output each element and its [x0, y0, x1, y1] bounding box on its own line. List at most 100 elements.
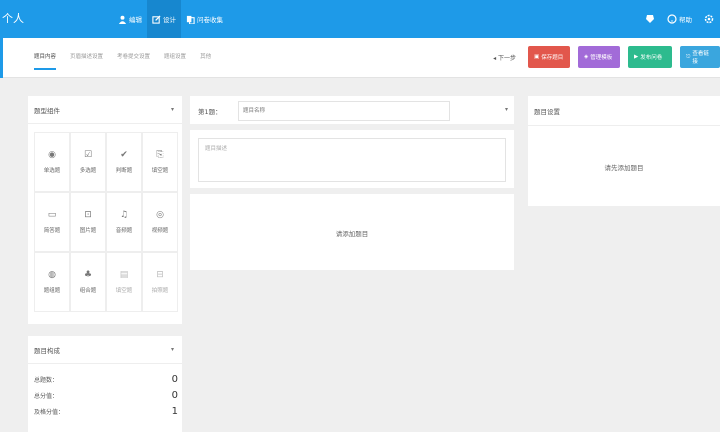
text-box-icon: ▭ [47, 210, 57, 220]
qtype-judge[interactable]: ✔ 判断题 [106, 132, 142, 192]
help-label: 帮助 [679, 16, 692, 24]
settings-panel: 题目设置 请先添加题目 [528, 96, 720, 206]
stat-value: 0 [171, 390, 178, 401]
sub-toolbar: 题目内容 页眉描述设置 考卷提交设置 题组设置 其他 ◂ 下一步 ▣ 保存题目 ◈… [0, 38, 720, 78]
stat-row: 总题数： 0 [34, 374, 178, 387]
qtype-label: 多选题 [79, 168, 97, 174]
stat-label: 及格分值： [34, 409, 65, 416]
top-nav: 编辑 设计 问卷收集 [113, 0, 228, 38]
checkbox-icon: ☑ [83, 150, 93, 160]
settings-icon[interactable] [704, 14, 714, 24]
qtype-label: 题组题 [43, 288, 61, 294]
collapse-icon[interactable]: ▾ [171, 106, 174, 113]
nav-edit[interactable]: 编辑 [113, 0, 147, 38]
camera-icon: ⊟ [156, 270, 164, 280]
stat-label: 总题数： [34, 377, 59, 384]
top-navbar: 个人 编辑 设计 问卷收集 帮助 [0, 0, 720, 38]
question-title-input[interactable] [238, 101, 450, 121]
stats-list: 总题数： 0 总分值： 0 及格分值： 1 [34, 374, 178, 422]
qtype-fill-dim[interactable]: ▤ 填空题 [106, 252, 142, 312]
collapse-icon[interactable]: ▾ [171, 346, 174, 353]
nav-collect-label: 问卷收集 [197, 16, 223, 24]
collapse-icon[interactable]: ▾ [505, 106, 508, 113]
qtype-multi[interactable]: ☑ 多选题 [70, 132, 106, 192]
template-icon: ◈ [584, 54, 589, 60]
tab-other[interactable]: 其他 [200, 52, 211, 70]
qtype-label: 拍照题 [151, 288, 169, 294]
qtype-label: 图片题 [79, 228, 97, 234]
audio-icon: ♫ [119, 210, 129, 220]
stats-header[interactable]: 题目构成 ▾ [28, 336, 182, 364]
question-types-panel: 题型组件 ▾ ◉ 单选题 ☑ 多选题 ✔ 判断题 ⎘ 填空题 ▭ 简答题 ⊡ 图片题 ♫ 音频… [28, 96, 182, 324]
user-icon [118, 15, 127, 24]
image-icon: ⊡ [84, 210, 92, 220]
save-button[interactable]: ▣ 保存题目 [528, 46, 570, 68]
link-icon: ⎋ [686, 53, 691, 60]
qtype-label: 判断题 [115, 168, 133, 174]
action-buttons: ◂ 下一步 ▣ 保存题目 ◈ 管理模板 ▶ 发布问卷 ⎋ 查看链接 [493, 46, 720, 68]
publish-button[interactable]: ▶ 发布问卷 [628, 46, 672, 68]
tab-group[interactable]: 题组设置 [164, 52, 186, 70]
publish-icon: ▶ [634, 54, 639, 60]
link-button[interactable]: ⎋ 查看链接 [680, 46, 720, 68]
nav-collect[interactable]: 问卷收集 [181, 0, 228, 38]
qtype-single[interactable]: ◉ 单选题 [34, 132, 70, 192]
qtype-fill[interactable]: ⎘ 填空题 [142, 132, 178, 192]
question-types-title: 题型组件 [34, 106, 60, 115]
question-types-header[interactable]: 题型组件 ▾ [28, 96, 182, 124]
question-number-label: 第1题： [198, 108, 222, 116]
question-title-bar: 第1题： ▾ [190, 96, 514, 124]
link-label: 查看链接 [692, 51, 709, 65]
tab-content[interactable]: 题目内容 [34, 52, 57, 70]
help-link[interactable]: 帮助 [667, 14, 692, 24]
fill-blank-icon: ⎘ [156, 150, 164, 160]
qtype-combo[interactable]: ♣ 组合题 [70, 252, 106, 312]
settings-empty-hint: 请先添加题目 [604, 164, 644, 172]
qtype-label: 组合题 [79, 288, 97, 294]
add-question-hint[interactable]: 请添加题目 [190, 228, 514, 238]
tab-header[interactable]: 页眉描述设置 [70, 52, 103, 70]
qtype-image[interactable]: ⊡ 图片题 [70, 192, 106, 252]
settings-title: 题目设置 [534, 107, 560, 116]
qtype-group[interactable]: ◍ 题组题 [34, 252, 70, 312]
stat-row: 及格分值： 1 [34, 406, 178, 419]
stat-value: 0 [171, 374, 178, 385]
qtype-audio[interactable]: ♫ 音频题 [106, 192, 142, 252]
tab-bar: 题目内容 页眉描述设置 考卷提交设置 题组设置 其他 [34, 52, 211, 70]
save-label: 保存题目 [541, 55, 564, 61]
check-icon: ✔ [120, 150, 128, 160]
nav-design[interactable]: 设计 [147, 0, 181, 38]
tab-submit[interactable]: 考卷提交设置 [117, 52, 150, 70]
stat-row: 总分值： 0 [34, 390, 178, 403]
template-button[interactable]: ◈ 管理模板 [578, 46, 620, 68]
stat-value: 1 [171, 406, 178, 417]
help-icon [667, 14, 677, 24]
qtype-label: 填空题 [115, 288, 133, 294]
question-body-panel: 请添加题目 [190, 194, 514, 270]
step-nav[interactable]: ◂ 下一步 [493, 53, 516, 62]
skin-icon[interactable] [645, 14, 655, 24]
question-desc-panel: 题目描述 [190, 130, 514, 188]
stats-title: 题目构成 [34, 346, 60, 355]
qtype-short[interactable]: ▭ 简答题 [34, 192, 70, 252]
stat-label: 总分值： [34, 393, 59, 400]
qtype-video[interactable]: ◎ 视频题 [142, 192, 178, 252]
qtype-photo[interactable]: ⊟ 拍照题 [142, 252, 178, 312]
edit-icon [152, 14, 161, 24]
brand-label: 个人 [2, 12, 24, 25]
publish-label: 发布问卷 [640, 55, 663, 61]
qtype-label: 视频题 [151, 228, 169, 234]
nav-design-label: 设计 [163, 16, 176, 24]
qtype-label: 音频题 [115, 228, 133, 234]
accent-edge [0, 38, 3, 78]
top-right-actions: 帮助 [645, 0, 714, 38]
qtype-label: 填空题 [151, 168, 169, 174]
person-icon: ♣ [83, 270, 93, 280]
copy-icon [186, 15, 195, 24]
question-desc-input[interactable]: 题目描述 [198, 138, 506, 182]
question-type-grid: ◉ 单选题 ☑ 多选题 ✔ 判断题 ⎘ 填空题 ▭ 简答题 ⊡ 图片题 ♫ 音频题 ◎ 视频题 … [34, 132, 178, 312]
nav-edit-label: 编辑 [129, 16, 142, 24]
location-icon: ◍ [48, 270, 56, 280]
radio-icon: ◉ [48, 150, 56, 160]
save-icon: ▣ [534, 54, 540, 60]
